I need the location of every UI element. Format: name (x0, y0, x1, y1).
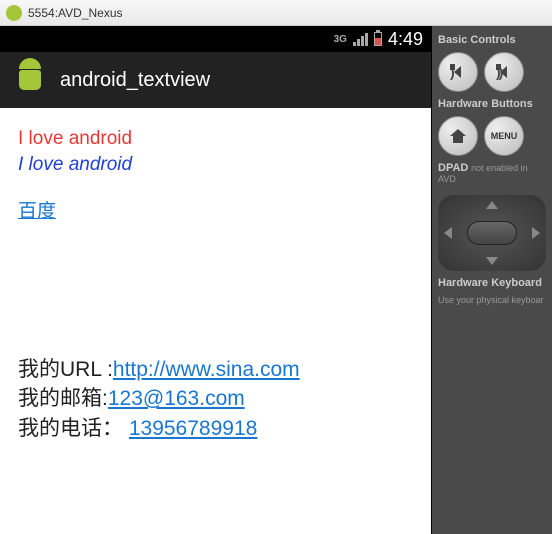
window-title: 5554:AVD_Nexus (28, 6, 123, 20)
textview-red: I love android (18, 126, 413, 152)
dpad-down-button[interactable] (486, 257, 498, 265)
url-link[interactable]: http://www.sina.com (113, 358, 300, 381)
menu-button[interactable]: MENU (484, 116, 524, 156)
app-title: android_textview (60, 69, 210, 92)
home-button[interactable] (438, 116, 478, 156)
email-label: 我的邮箱: (18, 387, 108, 410)
url-label: 我的URL : (18, 358, 113, 381)
phone-label: 我的电话： (18, 417, 123, 440)
baidu-link[interactable]: 百度 (18, 201, 56, 222)
dpad-right-button[interactable] (532, 227, 540, 239)
status-bar: 3G 4:49 (0, 26, 431, 52)
dpad-label: DPAD (438, 162, 468, 174)
side-panel: Basic Controls Hardware Buttons MENU DPA… (432, 26, 552, 534)
signal-icon (353, 33, 368, 46)
battery-icon (374, 32, 382, 46)
textview-blue-italic: I love android (18, 152, 413, 178)
content-area: I love android I love android 百度 我的URL :… (0, 108, 431, 461)
network-icon: 3G (334, 34, 347, 45)
email-row: 我的邮箱:123@163.com (18, 384, 413, 413)
app-bar: android_textview (0, 52, 431, 108)
url-row: 我的URL :http://www.sina.com (18, 355, 413, 384)
dpad (438, 195, 546, 271)
android-logo-icon (6, 5, 22, 21)
email-link[interactable]: 123@163.com (108, 387, 245, 410)
hardware-buttons-label: Hardware Buttons (438, 98, 546, 110)
window-titlebar: 5554:AVD_Nexus (0, 0, 552, 26)
clock: 4:49 (388, 29, 423, 50)
dpad-center-button[interactable] (467, 221, 517, 245)
emulator-screen: 3G 4:49 android_textview I love android … (0, 26, 432, 534)
phone-link[interactable]: 13956789918 (129, 417, 257, 440)
dpad-up-button[interactable] (486, 201, 498, 209)
hw-keyboard-label: Hardware Keyboard (438, 277, 546, 289)
dpad-left-button[interactable] (444, 227, 452, 239)
basic-controls-label: Basic Controls (438, 34, 546, 46)
app-icon (12, 62, 48, 98)
volume-down-button[interactable] (438, 52, 478, 92)
main-area: 3G 4:49 android_textview I love android … (0, 26, 552, 534)
hw-keyboard-note: Use your physical keyboar (438, 295, 546, 305)
volume-up-button[interactable] (484, 52, 524, 92)
phone-row: 我的电话： 13956789918 (18, 414, 413, 443)
